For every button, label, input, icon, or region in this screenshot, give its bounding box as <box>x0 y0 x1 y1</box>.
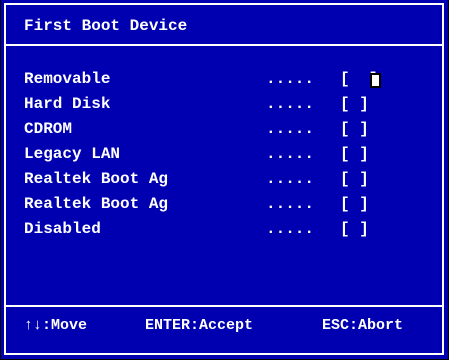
boot-option-cdrom[interactable]: CDROM ..... [ ] <box>24 120 442 142</box>
boot-option-dots: ..... <box>266 145 315 163</box>
accept-hint: ENTER:Accept <box>145 317 254 334</box>
boot-option-dots: ..... <box>266 95 315 113</box>
boot-option-dots: ..... <box>266 195 315 213</box>
footer-divider <box>6 305 442 307</box>
boot-option-bracket: [ ] <box>340 170 369 188</box>
boot-option-label: Hard Disk <box>24 95 111 113</box>
boot-option-bracket: [ ] <box>340 95 369 113</box>
boot-option-legacy-lan[interactable]: Legacy LAN ..... [ ] <box>24 145 442 167</box>
boot-option-bracket: [ ] <box>340 120 369 138</box>
boot-option-bracket: [ ] <box>340 195 369 213</box>
boot-option-disabled[interactable]: Disabled ..... [ ] <box>24 220 442 242</box>
boot-option-dots: ..... <box>266 170 315 188</box>
boot-option-dots: ..... <box>266 220 315 238</box>
selection-cursor-icon <box>370 73 381 88</box>
boot-option-dots: ..... <box>266 70 315 88</box>
title-bar: First Boot Device <box>6 5 442 46</box>
dialog-frame: First Boot Device Removable ..... [ ] Ha… <box>4 3 444 355</box>
first-boot-device-dialog: First Boot Device Removable ..... [ ] Ha… <box>0 0 449 360</box>
boot-option-bracket: [ ] <box>340 220 369 238</box>
boot-option-label: CDROM <box>24 120 73 138</box>
abort-hint: ESC:Abort <box>322 317 404 334</box>
boot-option-removable[interactable]: Removable ..... [ ] <box>24 70 442 92</box>
move-hint: ↑↓:Move <box>24 317 88 334</box>
boot-option-hard-disk[interactable]: Hard Disk ..... [ ] <box>24 95 442 117</box>
boot-option-label: Legacy LAN <box>24 145 121 163</box>
boot-option-realtek-2[interactable]: Realtek Boot Ag ..... [ ] <box>24 195 442 217</box>
boot-option-label: Realtek Boot Ag <box>24 170 169 188</box>
boot-option-bracket: [ ] <box>340 145 369 163</box>
boot-option-label: Realtek Boot Ag <box>24 195 169 213</box>
boot-option-label: Removable <box>24 70 111 88</box>
boot-option-realtek-1[interactable]: Realtek Boot Ag ..... [ ] <box>24 170 442 192</box>
key-help-footer: ↑↓:Move ENTER:Accept ESC:Abort <box>6 317 442 339</box>
boot-option-dots: ..... <box>266 120 315 138</box>
dialog-title: First Boot Device <box>24 17 188 35</box>
boot-option-label: Disabled <box>24 220 101 238</box>
